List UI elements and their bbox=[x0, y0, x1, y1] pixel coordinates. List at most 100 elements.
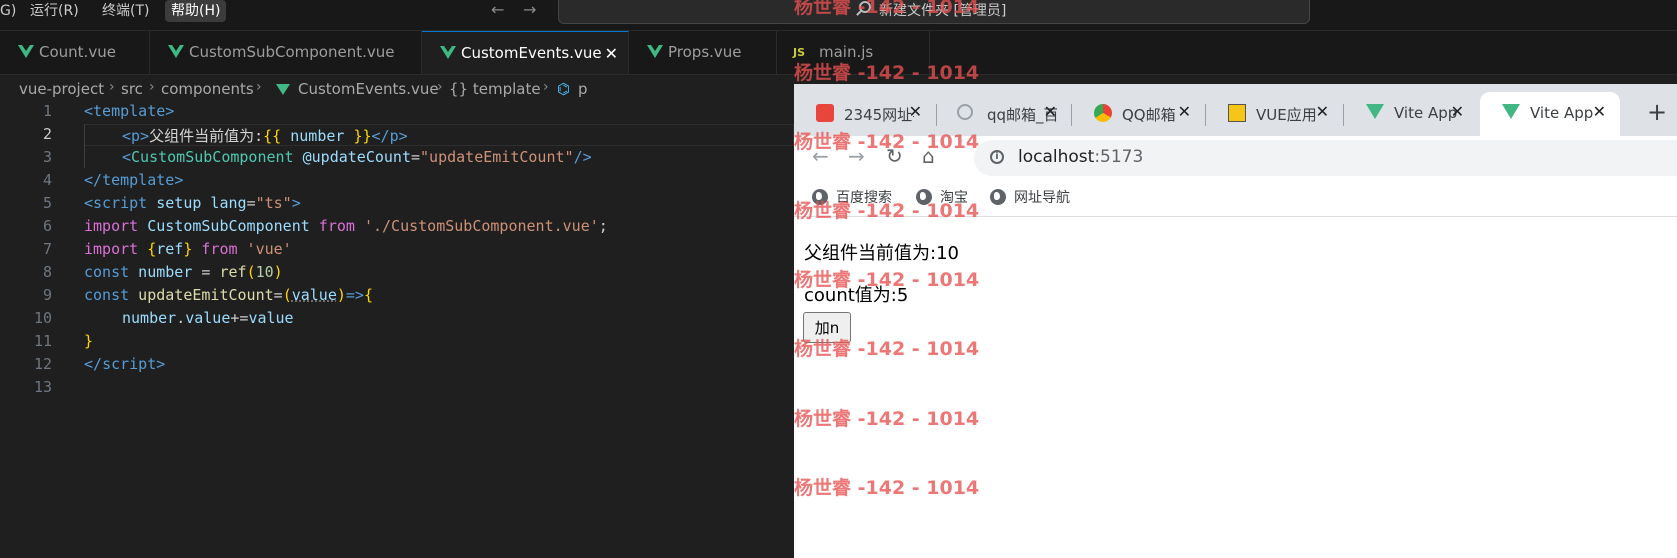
parent-value-text: 父组件当前值为:10 bbox=[804, 243, 959, 264]
menu-bar: G) 运行(R) 终端(T) 帮助(H) ← → 新建文件夹 [管理员] bbox=[0, 0, 1677, 31]
menu-item-run[interactable]: 运行(R) bbox=[24, 0, 85, 22]
bookmark-nav[interactable]: 网址导航 bbox=[990, 187, 1070, 207]
line-number: 3 bbox=[42, 148, 52, 166]
browser-tab-qq-mail[interactable]: QQ邮箱 ✕ bbox=[1072, 92, 1205, 136]
bookmark-baidu[interactable]: 百度搜索 bbox=[812, 187, 892, 207]
line-number: 9 bbox=[42, 286, 52, 304]
line-number: 4 bbox=[42, 171, 52, 189]
tab-props-vue[interactable]: Props.vue bbox=[629, 31, 777, 74]
forward-arrow-icon[interactable]: → bbox=[523, 0, 536, 22]
command-center[interactable]: 新建文件夹 [管理员] bbox=[558, 0, 1310, 24]
vue-icon bbox=[1502, 104, 1520, 119]
code-line: import CustomSubComponent from './Custom… bbox=[84, 217, 608, 235]
browser-tab-qq-search[interactable]: qq邮箱_百度搜索 ✕ bbox=[937, 92, 1071, 136]
browser-tab-vue-app[interactable]: VUE应用 ✕ bbox=[1206, 92, 1343, 136]
breadcrumb-item[interactable]: p bbox=[578, 80, 588, 98]
browser-tab-label: 2345网址导航 bbox=[844, 106, 914, 124]
code-line: </template> bbox=[84, 171, 184, 189]
code-line: const number = ref(10) bbox=[84, 263, 283, 281]
tab-label: CustomSubComponent.vue bbox=[189, 43, 395, 61]
close-icon[interactable]: ✕ bbox=[1178, 102, 1191, 121]
tab-label: CustomEvents.vue bbox=[461, 44, 602, 62]
back-arrow-icon[interactable]: ← bbox=[812, 144, 829, 168]
line-number: 7 bbox=[42, 240, 52, 258]
code-line: <template> bbox=[84, 102, 175, 120]
line-number: 11 bbox=[33, 332, 52, 350]
editor-tab-bar: Count.vue CustomSubComponent.vue CustomE… bbox=[0, 31, 1677, 75]
info-icon[interactable]: i bbox=[990, 150, 1004, 164]
tab-main-js[interactable]: JS main.js bbox=[777, 31, 930, 74]
vue-icon bbox=[1366, 104, 1384, 119]
indent-guide bbox=[84, 124, 85, 168]
home-icon[interactable]: ⌂ bbox=[922, 144, 935, 168]
vue-icon bbox=[168, 45, 184, 58]
browser-toolbar: ← → ↻ ⌂ i localhost:5173 bbox=[794, 136, 1677, 178]
reload-icon[interactable]: ↻ bbox=[886, 144, 903, 168]
tab-customsubcomponent-vue[interactable]: CustomSubComponent.vue bbox=[150, 31, 422, 74]
menu-item-help[interactable]: 帮助(H) bbox=[165, 0, 227, 22]
browser-tab-vite-app-1[interactable]: Vite App ✕ bbox=[1344, 92, 1478, 136]
tab-label: Count.vue bbox=[39, 43, 116, 61]
menu-item-terminal[interactable]: 终端(T) bbox=[96, 0, 155, 22]
close-icon[interactable]: ✕ bbox=[1593, 102, 1606, 121]
page-content: 父组件当前值为:10 count值为:5 加n bbox=[794, 217, 1677, 558]
chevron-right-icon: › bbox=[256, 79, 262, 95]
chevron-right-icon: › bbox=[437, 79, 443, 95]
browser-tab-2345[interactable]: 2345网址导航 ✕ bbox=[794, 92, 936, 136]
breadcrumb-item[interactable]: components bbox=[161, 80, 254, 98]
line-number: 5 bbox=[42, 194, 52, 212]
line-number: 1 bbox=[42, 102, 52, 120]
tab-label: main.js bbox=[819, 43, 874, 61]
back-arrow-icon[interactable]: ← bbox=[491, 0, 504, 22]
line-number: 2 bbox=[42, 125, 52, 143]
vue-icon bbox=[18, 45, 34, 58]
vue-app-icon bbox=[1228, 104, 1246, 122]
address-bar[interactable]: i localhost:5173 bbox=[974, 140, 1677, 176]
tab-count-vue[interactable]: Count.vue bbox=[0, 31, 150, 74]
vue-icon bbox=[276, 84, 290, 95]
add-button[interactable]: 加n bbox=[803, 312, 851, 343]
browser-tab-label: Vite App bbox=[1530, 104, 1594, 122]
line-number: 13 bbox=[33, 378, 52, 396]
2345-icon bbox=[816, 104, 834, 122]
search-icon bbox=[957, 104, 973, 120]
command-center-text: 新建文件夹 [管理员] bbox=[879, 3, 1007, 19]
breadcrumb-item[interactable]: src bbox=[121, 80, 143, 98]
line-number: 12 bbox=[33, 355, 52, 373]
close-icon[interactable]: ✕ bbox=[605, 32, 618, 75]
bookmarks-bar: 百度搜索 淘宝 网址导航 bbox=[794, 178, 1677, 217]
browser-tab-vite-app-active[interactable]: Vite App ✕ bbox=[1480, 92, 1620, 136]
vue-icon bbox=[647, 45, 663, 58]
qq-mail-icon bbox=[1094, 104, 1112, 122]
js-icon: JS bbox=[793, 46, 806, 59]
vue-icon bbox=[440, 46, 456, 59]
browser-window: 2345网址导航 ✕ qq邮箱_百度搜索 ✕ QQ邮箱 ✕ VUE应用 ✕ Vi… bbox=[794, 84, 1677, 558]
code-line: <script setup lang="ts"> bbox=[84, 194, 301, 212]
browser-tab-bar: 2345网址导航 ✕ qq邮箱_百度搜索 ✕ QQ邮箱 ✕ VUE应用 ✕ Vi… bbox=[794, 84, 1677, 136]
tab-customevents-vue[interactable]: CustomEvents.vue ✕ bbox=[422, 31, 629, 74]
close-icon[interactable]: ✕ bbox=[1316, 102, 1329, 121]
line-number: 10 bbox=[33, 309, 52, 327]
element-icon: ⌬ bbox=[557, 80, 571, 98]
bookmark-taobao[interactable]: 淘宝 bbox=[916, 187, 968, 207]
tab-label: Props.vue bbox=[668, 43, 742, 61]
forward-arrow-icon[interactable]: → bbox=[848, 144, 865, 168]
code-line: <p>父组件当前值为:{{ number }}</p> bbox=[122, 127, 408, 145]
menu-item-selection[interactable]: G) bbox=[0, 0, 22, 22]
code-line: } bbox=[84, 332, 94, 350]
breadcrumb-item[interactable]: {} template bbox=[449, 80, 541, 98]
close-icon[interactable]: ✕ bbox=[909, 102, 922, 121]
code-line: import {ref} from 'vue' bbox=[84, 240, 292, 258]
close-icon[interactable]: ✕ bbox=[1044, 102, 1057, 121]
globe-icon bbox=[812, 189, 828, 205]
new-tab-button[interactable]: + bbox=[1647, 98, 1667, 126]
code-editor[interactable]: 1 2 3 4 5 6 7 8 9 10 11 12 13 <template>… bbox=[0, 102, 794, 558]
code-line: <CustomSubComponent @updateCount="update… bbox=[122, 148, 592, 166]
breadcrumb-item[interactable]: vue-project bbox=[19, 80, 104, 98]
count-value-text: count值为:5 bbox=[804, 285, 909, 306]
code-line: </script> bbox=[84, 355, 166, 373]
breadcrumb-item[interactable]: CustomEvents.vue bbox=[298, 80, 439, 98]
line-number: 6 bbox=[42, 217, 52, 235]
search-icon bbox=[859, 1, 871, 13]
close-icon[interactable]: ✕ bbox=[1451, 102, 1464, 121]
